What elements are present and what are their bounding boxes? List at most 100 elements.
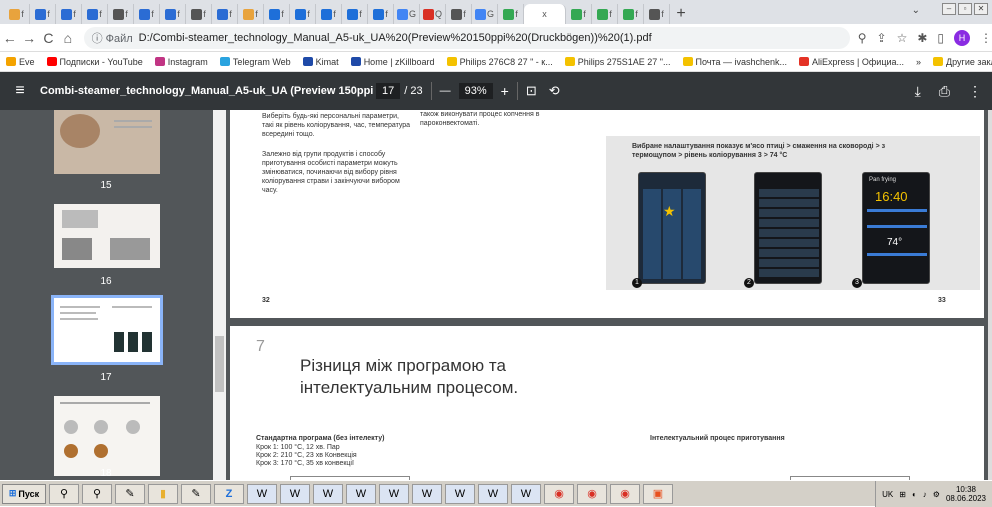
- browser-tab[interactable]: f: [238, 4, 264, 24]
- word-icon[interactable]: W: [313, 483, 343, 504]
- browser-tab[interactable]: Q: [420, 4, 446, 24]
- tool-icon[interactable]: ✎: [181, 483, 211, 504]
- viewer-scrollbar[interactable]: [988, 110, 992, 480]
- bookmark-item[interactable]: »: [916, 57, 921, 67]
- browser-tab[interactable]: f: [30, 4, 56, 24]
- search-icon[interactable]: ⚲: [82, 483, 112, 504]
- back-icon[interactable]: ←: [0, 30, 19, 46]
- browser-tab[interactable]: f: [4, 4, 30, 24]
- browser-tab[interactable]: f: [644, 4, 670, 24]
- bookmark-item[interactable]: Philips 276C8 27 " - к...: [446, 57, 553, 67]
- site-info-label[interactable]: ⓘ Файл: [92, 30, 133, 46]
- browser-tab[interactable]: f: [316, 4, 342, 24]
- word-icon[interactable]: W: [445, 483, 475, 504]
- browser-tab[interactable]: f: [290, 4, 316, 24]
- browser-tab[interactable]: G: [394, 4, 420, 24]
- bookmark-item[interactable]: Подписки - YouTube: [46, 57, 143, 67]
- clock[interactable]: 10:38 08.06.2023: [946, 485, 986, 503]
- browser-tab[interactable]: f: [212, 4, 238, 24]
- browser-tab[interactable]: f: [160, 4, 186, 24]
- browser-tab[interactable]: f: [368, 4, 394, 24]
- chrome-icon[interactable]: ◉: [577, 483, 607, 504]
- hamburger-menu-icon[interactable]: ≡: [0, 82, 40, 100]
- word-icon[interactable]: W: [379, 483, 409, 504]
- reload-icon[interactable]: C: [39, 30, 58, 46]
- chrome-icon[interactable]: ◉: [544, 483, 574, 504]
- browser-tab[interactable]: f: [618, 4, 644, 24]
- browser-tab[interactable]: f: [446, 4, 472, 24]
- sidebar-scrollbar[interactable]: [213, 110, 226, 480]
- browser-tab[interactable]: f: [566, 4, 592, 24]
- zoom-input[interactable]: 93%: [458, 83, 493, 99]
- profile-avatar[interactable]: H: [954, 29, 970, 46]
- network-icon[interactable]: ◐: [912, 490, 917, 499]
- more-options-icon[interactable]: ⋮: [968, 83, 982, 100]
- browser-tab[interactable]: f: [264, 4, 290, 24]
- tray-icon[interactable]: ⚙: [933, 490, 940, 499]
- tab-close-icon[interactable]: x: [542, 9, 547, 19]
- language-indicator[interactable]: UK: [882, 490, 893, 499]
- bookmark-item[interactable]: Telegram Web: [219, 56, 291, 67]
- browser-tab[interactable]: f: [186, 4, 212, 24]
- minimize-icon[interactable]: –: [942, 3, 956, 15]
- sidebar-scroll-thumb[interactable]: [215, 336, 224, 392]
- browser-tab[interactable]: G: [472, 4, 498, 24]
- bookmark-item[interactable]: Почта — ivashchenk...: [682, 57, 787, 67]
- browser-tab[interactable]: f: [56, 4, 82, 24]
- share-icon[interactable]: ⇪: [877, 31, 887, 45]
- tray-icon[interactable]: ⊞: [899, 490, 906, 499]
- fit-page-icon[interactable]: ⊡: [526, 83, 537, 99]
- chrome-icon[interactable]: ◉: [610, 483, 640, 504]
- active-tab[interactable]: x: [524, 4, 566, 24]
- bookmark-item[interactable]: Другие закладки: [933, 57, 992, 67]
- browser-tab[interactable]: f: [592, 4, 618, 24]
- rotate-icon[interactable]: ⟲: [549, 83, 560, 99]
- home-icon[interactable]: ⌂: [58, 30, 77, 46]
- url-field[interactable]: ⓘ Файл D:/Combi-steamer_technology_Manua…: [83, 26, 850, 49]
- bookmark-item[interactable]: Instagram: [154, 57, 208, 67]
- bookmark-label: Telegram Web: [232, 56, 291, 67]
- menu-icon[interactable]: ⋮: [980, 31, 992, 45]
- bookmark-item[interactable]: Philips 275S1AE 27 "...: [564, 57, 671, 67]
- bookmark-star-icon[interactable]: ☆: [897, 31, 908, 45]
- thumbnail-page-16[interactable]: [54, 204, 160, 268]
- word-icon[interactable]: W: [247, 483, 277, 504]
- tool-icon[interactable]: ✎: [115, 483, 145, 504]
- thumbnail-page-17[interactable]: [51, 295, 163, 365]
- word-icon[interactable]: W: [412, 483, 442, 504]
- page-number-input[interactable]: 17: [376, 83, 401, 99]
- bookmark-item[interactable]: Eve: [6, 57, 35, 67]
- volume-icon[interactable]: ♪: [923, 490, 927, 499]
- new-tab-button[interactable]: +: [670, 4, 692, 24]
- folder-icon[interactable]: ▮: [148, 483, 178, 504]
- bookmark-item[interactable]: AliExpress | Официа...: [799, 57, 904, 67]
- browser-tab[interactable]: f: [82, 4, 108, 24]
- browser-tab[interactable]: f: [342, 4, 368, 24]
- app-icon[interactable]: ▣: [643, 483, 673, 504]
- thumbnail-page-15[interactable]: [54, 110, 160, 174]
- bookmark-item[interactable]: Kimat: [302, 57, 339, 67]
- restore-icon[interactable]: ▫: [958, 3, 972, 15]
- browser-tab[interactable]: f: [108, 4, 134, 24]
- forward-icon[interactable]: →: [19, 30, 38, 46]
- zoom-in-button[interactable]: +: [501, 83, 509, 99]
- word-icon[interactable]: W: [511, 483, 541, 504]
- download-icon[interactable]: ⤓: [915, 83, 921, 100]
- browser-tab[interactable]: f: [498, 4, 524, 24]
- zoom-icon[interactable]: ⚲: [858, 31, 867, 45]
- word-icon[interactable]: W: [346, 483, 376, 504]
- search-icon[interactable]: ⚲: [49, 483, 79, 504]
- browser-tab[interactable]: f: [134, 4, 160, 24]
- app-z-icon[interactable]: Z: [214, 483, 244, 504]
- print-icon[interactable]: ⎙: [939, 83, 950, 100]
- bookmark-item[interactable]: Home | zKillboard: [350, 57, 435, 67]
- tab-search-icon[interactable]: ⌄: [912, 5, 920, 16]
- sidepanel-icon[interactable]: ▯: [937, 31, 944, 45]
- extensions-icon[interactable]: ✱: [917, 31, 927, 45]
- thumbnail-page-18[interactable]: [54, 396, 160, 476]
- start-button[interactable]: ⊞ Пуск: [2, 483, 46, 504]
- word-icon[interactable]: W: [280, 483, 310, 504]
- zoom-out-button[interactable]: —: [440, 85, 451, 97]
- close-icon[interactable]: ✕: [974, 3, 988, 15]
- word-icon[interactable]: W: [478, 483, 508, 504]
